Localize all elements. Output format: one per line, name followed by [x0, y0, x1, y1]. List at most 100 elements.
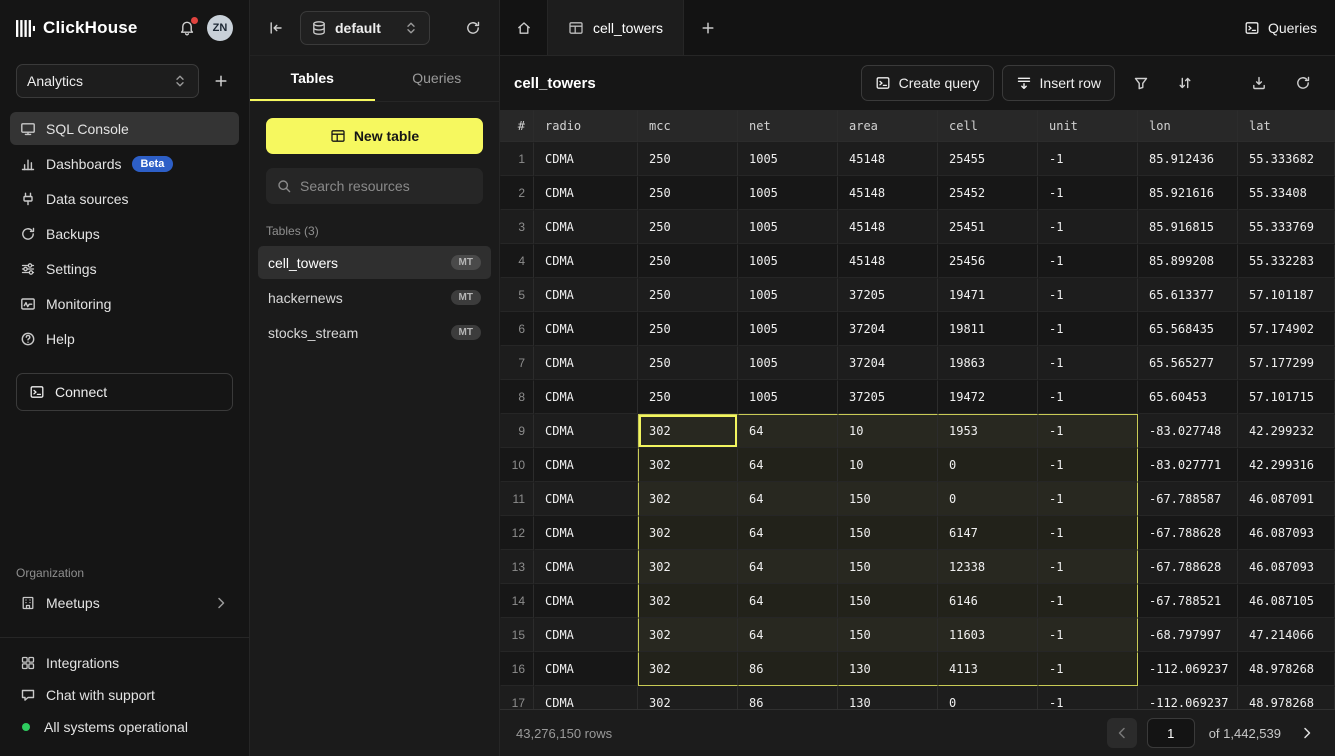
- column-header-unit[interactable]: unit: [1038, 110, 1138, 142]
- table-cell[interactable]: 65.613377: [1138, 278, 1238, 312]
- collapse-panel-button[interactable]: [264, 16, 288, 40]
- table-cell[interactable]: -1: [1038, 210, 1138, 244]
- table-cell[interactable]: 55.333682: [1238, 142, 1335, 176]
- table-cell[interactable]: 1005: [738, 142, 838, 176]
- table-cell[interactable]: 46.087093: [1238, 516, 1335, 550]
- new-table-button[interactable]: New table: [266, 118, 483, 154]
- table-cell[interactable]: 48.978268: [1238, 652, 1335, 686]
- table-cell[interactable]: 0: [938, 686, 1038, 709]
- table-cell[interactable]: 57.101715: [1238, 380, 1335, 414]
- table-cell[interactable]: 65.568435: [1138, 312, 1238, 346]
- table-cell[interactable]: 45148: [838, 244, 938, 278]
- column-header-row-number[interactable]: #: [500, 110, 534, 142]
- table-cell[interactable]: -67.788628: [1138, 550, 1238, 584]
- table-cell[interactable]: -67.788628: [1138, 516, 1238, 550]
- table-cell[interactable]: 1005: [738, 210, 838, 244]
- table-cell[interactable]: 130: [838, 652, 938, 686]
- table-cell[interactable]: 150: [838, 482, 938, 516]
- table-cell[interactable]: 4113: [938, 652, 1038, 686]
- table-cell[interactable]: 57.177299: [1238, 346, 1335, 380]
- table-cell[interactable]: -112.069237: [1138, 652, 1238, 686]
- table-cell[interactable]: 250: [638, 380, 738, 414]
- table-cell[interactable]: CDMA: [534, 482, 638, 516]
- table-cell[interactable]: -1: [1038, 142, 1138, 176]
- table-cell[interactable]: -1: [1038, 550, 1138, 584]
- table-cell[interactable]: CDMA: [534, 652, 638, 686]
- table-cell[interactable]: -1: [1038, 652, 1138, 686]
- table-cell[interactable]: 250: [638, 278, 738, 312]
- table-cell[interactable]: 302: [638, 550, 738, 584]
- table-cell[interactable]: 85.899208: [1138, 244, 1238, 278]
- table-cell[interactable]: 12338: [938, 550, 1038, 584]
- tab-queries[interactable]: Queries: [375, 56, 500, 101]
- column-header-area[interactable]: area: [838, 110, 938, 142]
- table-cell[interactable]: 64: [738, 414, 838, 448]
- table-cell[interactable]: 6147: [938, 516, 1038, 550]
- page-input[interactable]: [1147, 718, 1195, 748]
- table-cell[interactable]: -68.797997: [1138, 618, 1238, 652]
- table-cell[interactable]: -1: [1038, 176, 1138, 210]
- table-cell[interactable]: CDMA: [534, 176, 638, 210]
- table-cell[interactable]: 64: [738, 516, 838, 550]
- table-cell[interactable]: -1: [1038, 244, 1138, 278]
- table-cell[interactable]: 85.921616: [1138, 176, 1238, 210]
- table-cell[interactable]: 0: [938, 482, 1038, 516]
- table-cell[interactable]: -67.788521: [1138, 584, 1238, 618]
- table-cell[interactable]: 19471: [938, 278, 1038, 312]
- table-cell[interactable]: 65.60453: [1138, 380, 1238, 414]
- sidebar-item-integrations[interactable]: Integrations: [10, 648, 239, 678]
- table-cell[interactable]: 150: [838, 584, 938, 618]
- sidebar-item-sql-console[interactable]: SQL Console: [10, 112, 239, 145]
- table-cell[interactable]: 6146: [938, 584, 1038, 618]
- table-cell[interactable]: 37205: [838, 278, 938, 312]
- user-avatar[interactable]: ZN: [207, 15, 233, 41]
- table-cell[interactable]: -83.027748: [1138, 414, 1238, 448]
- table-cell[interactable]: CDMA: [534, 686, 638, 709]
- table-cell[interactable]: 42.299232: [1238, 414, 1335, 448]
- column-header-lon[interactable]: lon: [1138, 110, 1238, 142]
- table-cell[interactable]: 250: [638, 244, 738, 278]
- table-cell[interactable]: 1005: [738, 278, 838, 312]
- table-cell[interactable]: 150: [838, 550, 938, 584]
- table-cell[interactable]: -1: [1038, 312, 1138, 346]
- table-cell[interactable]: 37204: [838, 312, 938, 346]
- table-cell[interactable]: 55.333769: [1238, 210, 1335, 244]
- table-cell[interactable]: 1005: [738, 244, 838, 278]
- table-cell[interactable]: 25455: [938, 142, 1038, 176]
- table-cell[interactable]: -1: [1038, 482, 1138, 516]
- table-cell[interactable]: 302: [638, 618, 738, 652]
- prev-page-button[interactable]: [1107, 718, 1137, 748]
- filter-button[interactable]: [1123, 65, 1159, 101]
- table-cell[interactable]: 302: [638, 652, 738, 686]
- table-cell[interactable]: 55.332283: [1238, 244, 1335, 278]
- table-cell[interactable]: 45148: [838, 210, 938, 244]
- home-tab[interactable]: [500, 0, 548, 55]
- new-tab-button[interactable]: [684, 0, 732, 55]
- sidebar-item-help[interactable]: Help: [10, 322, 239, 355]
- table-cell[interactable]: 19811: [938, 312, 1038, 346]
- search-input[interactable]: [300, 178, 481, 194]
- table-item-cell-towers[interactable]: cell_towers MT: [258, 246, 491, 279]
- table-cell[interactable]: 1005: [738, 346, 838, 380]
- workspace-selector[interactable]: Analytics: [16, 64, 199, 98]
- table-cell[interactable]: -1: [1038, 414, 1138, 448]
- table-cell[interactable]: 65.565277: [1138, 346, 1238, 380]
- table-cell[interactable]: 64: [738, 550, 838, 584]
- table-cell[interactable]: CDMA: [534, 244, 638, 278]
- table-cell[interactable]: 10: [838, 414, 938, 448]
- sidebar-item-settings[interactable]: Settings: [10, 252, 239, 285]
- table-cell[interactable]: 302: [638, 516, 738, 550]
- table-cell[interactable]: 302: [638, 448, 738, 482]
- table-cell[interactable]: 85.916815: [1138, 210, 1238, 244]
- table-item-hackernews[interactable]: hackernews MT: [258, 281, 491, 314]
- table-cell[interactable]: 46.087105: [1238, 584, 1335, 618]
- table-cell[interactable]: -1: [1038, 686, 1138, 709]
- table-cell[interactable]: 48.978268: [1238, 686, 1335, 709]
- table-cell[interactable]: 45148: [838, 176, 938, 210]
- next-page-button[interactable]: [1295, 721, 1319, 745]
- table-cell[interactable]: 1005: [738, 312, 838, 346]
- tab-cell-towers[interactable]: cell_towers: [548, 0, 684, 55]
- table-cell[interactable]: 250: [638, 142, 738, 176]
- table-cell[interactable]: -112.069237: [1138, 686, 1238, 709]
- table-cell[interactable]: 57.174902: [1238, 312, 1335, 346]
